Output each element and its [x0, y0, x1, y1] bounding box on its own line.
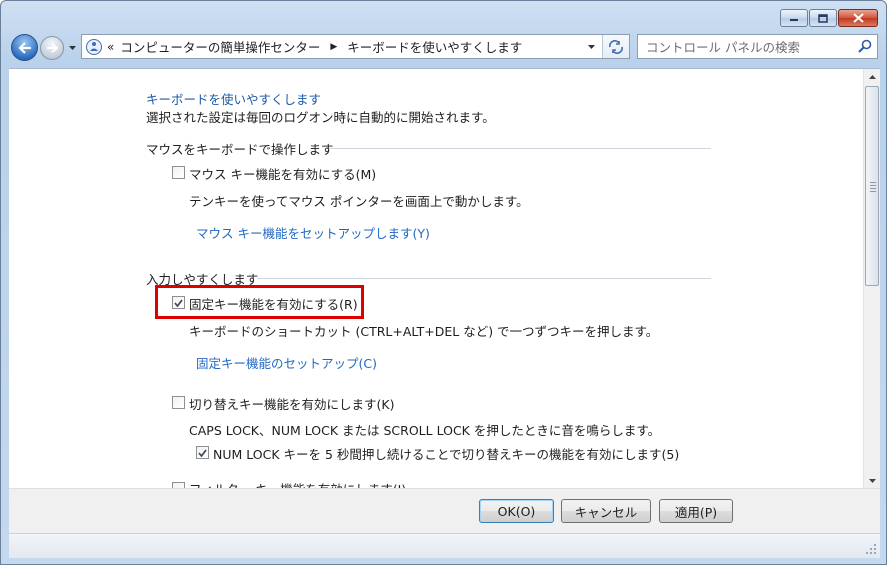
grip-icon [870, 182, 876, 194]
control-panel-icon [86, 38, 102, 55]
mouse-keys-description: テンキーを使ってマウス ポインターを画面上で動かします。 [189, 194, 529, 209]
refresh-icon [609, 39, 623, 54]
sticky-keys-label[interactable]: 固定キー機能を有効にする(R) [189, 294, 358, 313]
minimize-button[interactable] [780, 9, 808, 27]
back-button[interactable] [11, 34, 38, 61]
resize-grip-icon[interactable] [865, 543, 877, 555]
address-bar[interactable]: « コンピューターの簡単操作センター ▶ キーボードを使いやすくします [81, 34, 630, 59]
control-panel-window: « コンピューターの簡単操作センター ▶ キーボードを使いやすくします コントロ… [0, 0, 887, 565]
numlock-toggle-checkbox[interactable] [196, 446, 209, 459]
toggle-keys-checkbox[interactable] [172, 396, 185, 409]
scrollbar-thumb[interactable] [865, 86, 879, 286]
section-divider [257, 278, 711, 279]
search-icon[interactable] [858, 39, 872, 53]
sticky-keys-description: キーボードのショートカット (CTRL+ALT+DEL など) で一つずつキーを… [189, 324, 659, 339]
forward-button[interactable] [40, 36, 64, 60]
page-subtitle: 選択された設定は毎回のログオン時に自動的に開始されます。 [146, 110, 495, 125]
vertical-scrollbar[interactable] [863, 69, 880, 488]
recent-pages-dropdown[interactable] [67, 43, 77, 53]
cancel-button[interactable]: キャンセル [561, 499, 651, 523]
close-button[interactable] [838, 9, 878, 27]
chevron-down-icon [587, 44, 595, 49]
address-dropdown[interactable] [583, 35, 599, 58]
navigation-bar: « コンピューターの簡単操作センター ▶ キーボードを使いやすくします コントロ… [1, 31, 886, 65]
close-icon [852, 13, 864, 23]
page-title: キーボードを使いやすくします [146, 92, 322, 107]
mouse-keys-label[interactable]: マウス キー機能を有効にする(M) [189, 164, 376, 183]
breadcrumb-separator-icon[interactable]: ▶ [330, 42, 337, 52]
section-title-mouse: マウスをキーボードで操作します [146, 142, 334, 157]
settings-scroll-area: キーボードを使いやすくします 選択された設定は毎回のログオン時に自動的に開始され… [9, 69, 862, 488]
ok-button[interactable]: OK(O) [479, 499, 554, 523]
status-bar [9, 533, 880, 558]
scroll-down-button[interactable] [864, 473, 880, 488]
section-divider [329, 148, 711, 149]
breadcrumb-keyboard[interactable]: キーボードを使いやすくします [347, 37, 522, 56]
mouse-keys-setup-link[interactable]: マウス キー機能をセットアップします(Y) [196, 223, 430, 242]
forward-arrow-icon [47, 43, 58, 53]
chevron-down-icon [868, 479, 876, 483]
maximize-icon [818, 13, 828, 23]
toggle-keys-label[interactable]: 切り替えキー機能を有効にします(K) [189, 394, 394, 413]
caption-buttons [780, 9, 878, 27]
chevron-down-icon [68, 46, 76, 50]
apply-button[interactable]: 適用(P) [659, 499, 733, 523]
checkmark-icon [174, 298, 183, 307]
scroll-up-button[interactable] [864, 69, 880, 85]
breadcrumb-overflow[interactable]: « [107, 40, 114, 54]
minimize-icon [790, 19, 798, 21]
search-box[interactable]: コントロール パネルの検索 [637, 34, 878, 59]
dialog-footer: OK(O) キャンセル 適用(P) [9, 488, 880, 533]
numlock-toggle-label[interactable]: NUM LOCK キーを 5 秒間押し続けることで切り替えキーの機能を有効にしま… [213, 444, 679, 463]
refresh-button[interactable] [602, 35, 629, 58]
checkmark-icon [198, 448, 207, 457]
maximize-button[interactable] [809, 9, 837, 27]
breadcrumb-ease-of-access[interactable]: コンピューターの簡単操作センター [120, 37, 320, 56]
back-arrow-icon [17, 41, 31, 54]
toggle-keys-description: CAPS LOCK、NUM LOCK または SCROLL LOCK を押したと… [189, 423, 661, 438]
search-input[interactable]: コントロール パネルの検索 [646, 37, 800, 56]
mouse-keys-checkbox[interactable] [172, 166, 185, 179]
sticky-keys-setup-link[interactable]: 固定キー機能のセットアップ(C) [196, 353, 377, 372]
content-pane: キーボードを使いやすくします 選択された設定は毎回のログオン時に自動的に開始され… [9, 68, 880, 488]
filter-keys-label[interactable]: フィルター キー機能を有効にします(I) [189, 479, 406, 488]
sticky-keys-checkbox[interactable] [172, 296, 185, 309]
chevron-up-icon [868, 75, 876, 79]
